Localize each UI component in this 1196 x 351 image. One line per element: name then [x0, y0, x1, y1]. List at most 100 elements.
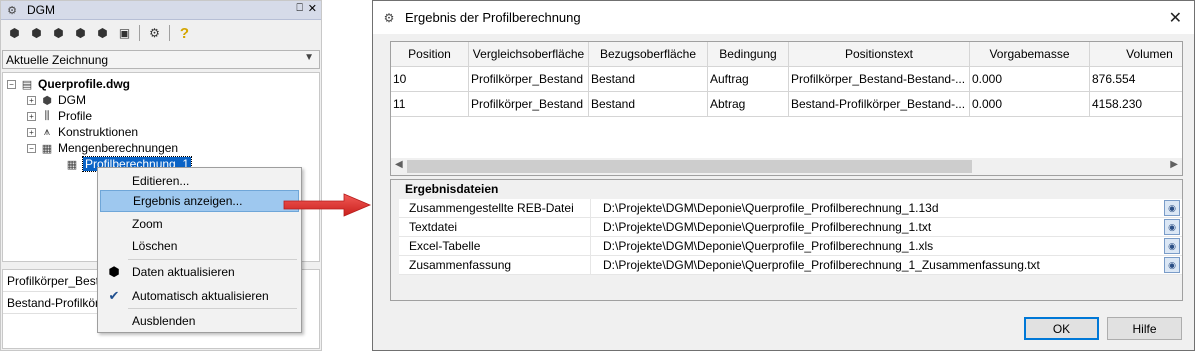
menu-item-label: Löschen: [132, 239, 178, 253]
dgm-app-icon: ⚙: [7, 4, 17, 17]
menu-item-label: Ergebnis anzeigen...: [133, 194, 243, 208]
menu-item-daten-aktualisieren[interactable]: ⬢ Daten aktualisieren: [100, 261, 299, 283]
z-surface-icon[interactable]: ⬢: [71, 24, 90, 43]
tree-item-profile[interactable]: + ⫼ Profile: [27, 108, 92, 124]
collapse-icon[interactable]: −: [7, 79, 16, 89]
scroll-left-icon[interactable]: ◀: [395, 159, 403, 170]
table-cell: Bestand-Profilkörper_Bestand-...: [789, 92, 970, 117]
column-header[interactable]: Vergleichsoberfläche: [469, 42, 589, 67]
scrollbar-thumb[interactable]: [407, 160, 972, 173]
column-header[interactable]: Bezugsoberfläche: [589, 42, 708, 67]
refresh-icon[interactable]: ⬢: [93, 24, 112, 43]
context-menu: Editieren... Ergebnis anzeigen... Zoom L…: [97, 167, 302, 333]
menu-item-label: Ausblenden: [132, 314, 196, 328]
add-profile-icon[interactable]: ⬢: [27, 24, 46, 43]
expand-icon[interactable]: +: [27, 111, 36, 121]
refresh-data-icon: ⬢: [108, 264, 120, 279]
expand-icon[interactable]: +: [27, 127, 36, 137]
checkmark-icon: ✔: [108, 288, 120, 303]
panel-title: DGM: [27, 3, 55, 17]
table-header: Position Vergleichsoberfläche Bezugsober…: [391, 42, 1182, 67]
table-cell: Auftrag: [708, 67, 789, 92]
list-item[interactable]: Bestand-Profilkörper: [3, 292, 103, 314]
menu-item-label: Zoom: [132, 217, 163, 231]
table-cell: Bestand: [589, 92, 708, 117]
column-header[interactable]: Positionstext: [789, 42, 970, 67]
view-file-icon[interactable]: ◉: [1164, 219, 1180, 235]
menu-item-editieren[interactable]: Editieren...: [100, 170, 299, 192]
pin-icon[interactable]: ⎕: [296, 2, 303, 15]
red-arrow-icon: [283, 193, 372, 217]
toolbar-separator: [169, 25, 170, 41]
column-header[interactable]: Bedingung: [708, 42, 789, 67]
file-label: Textdatei: [399, 217, 591, 237]
menu-item-loeschen[interactable]: Löschen: [100, 235, 299, 257]
tree-item-mengenberechnungen[interactable]: − ▦ Mengenberechnungen: [27, 140, 178, 156]
menu-item-zoom[interactable]: Zoom: [100, 213, 299, 235]
file-path: D:\Projekte\DGM\Deponie\Querprofile_Prof…: [603, 201, 939, 215]
tree-item-dgm[interactable]: + ⬢ DGM: [27, 92, 86, 108]
quantity-calc-icon: ▦: [41, 142, 53, 155]
file-row: Excel-Tabelle D:\Projekte\DGM\Deponie\Qu…: [399, 236, 1182, 256]
file-row: Textdatei D:\Projekte\DGM\Deponie\Querpr…: [399, 217, 1182, 237]
table-cell: Profilkörper_Bestand: [469, 67, 589, 92]
tree-item-label: Mengenberechnungen: [58, 141, 179, 155]
view-file-icon[interactable]: ◉: [1164, 200, 1180, 216]
menu-item-label: Automatisch aktualisieren: [132, 289, 269, 303]
dialog-title: Ergebnis der Profilberechnung: [405, 10, 581, 25]
profile-icon: ⫼: [44, 109, 50, 122]
scroll-right-icon[interactable]: ▶: [1170, 159, 1178, 170]
column-header[interactable]: Vorgabemasse: [970, 42, 1090, 67]
file-label: Zusammenfassung: [399, 255, 591, 275]
panel-title-bar: ⚙ DGM ⎕ ✕: [1, 1, 321, 20]
file-path: D:\Projekte\DGM\Deponie\Querprofile_Prof…: [603, 220, 932, 234]
display-icon[interactable]: ▣: [115, 24, 134, 43]
drawing-select[interactable]: Aktuelle Zeichnung ▼: [2, 50, 320, 69]
menu-item-ergebnis-anzeigen[interactable]: Ergebnis anzeigen...: [100, 190, 299, 212]
chevron-down-icon: ▼: [304, 52, 314, 63]
ok-button[interactable]: OK: [1024, 317, 1099, 340]
zoom-icon[interactable]: ⬢: [49, 24, 68, 43]
dialog-title-bar: ⚙ Ergebnis der Profilberechnung ✕: [373, 1, 1194, 34]
table-cell: 0.000: [970, 67, 1090, 92]
menu-item-label: Daten aktualisieren: [132, 265, 235, 279]
tree-item-konstruktionen[interactable]: + ⩚ Konstruktionen: [27, 124, 138, 140]
table-cell: Abtrag: [708, 92, 789, 117]
column-header[interactable]: Volumen: [1090, 42, 1182, 67]
expand-icon[interactable]: +: [27, 95, 36, 105]
list-item[interactable]: Profilkörper_Bestand: [3, 270, 103, 292]
result-table: Position Vergleichsoberfläche Bezugsober…: [390, 41, 1183, 176]
close-icon[interactable]: ✕: [1169, 8, 1182, 28]
table-row[interactable]: 10 Profilkörper_Bestand Bestand Auftrag …: [391, 67, 1182, 92]
collapse-icon[interactable]: −: [27, 143, 36, 153]
view-file-icon[interactable]: ◉: [1164, 238, 1180, 254]
tree-root[interactable]: − ▤ Querprofile.dwg: [7, 76, 130, 92]
table-row[interactable]: 11 Profilkörper_Bestand Bestand Abtrag B…: [391, 92, 1182, 117]
drawing-select-value: Aktuelle Zeichnung: [6, 52, 109, 67]
table-cell: 11: [391, 92, 469, 117]
file-row: Zusammenfassung D:\Projekte\DGM\Deponie\…: [399, 255, 1182, 275]
construction-icon: ⩚: [43, 125, 51, 138]
menu-item-automatisch-aktualisieren[interactable]: ✔ Automatisch aktualisieren: [100, 285, 299, 307]
tree-item-label: DGM: [58, 93, 86, 107]
result-files-panel: Ergebnisdateien Zusammengestellte REB-Da…: [390, 179, 1183, 301]
settings-icon[interactable]: ⚙: [145, 24, 164, 43]
column-header[interactable]: Position: [391, 42, 469, 67]
file-label: Excel-Tabelle: [399, 236, 591, 256]
table-cell: Profilkörper_Bestand-Bestand-...: [789, 67, 970, 92]
add-surface-icon[interactable]: ⬢: [5, 24, 24, 43]
help-button[interactable]: Hilfe: [1107, 317, 1182, 340]
help-icon[interactable]: ?: [175, 24, 194, 43]
tree-item-label: Profile: [58, 109, 93, 123]
menu-item-ausblenden[interactable]: Ausblenden: [100, 310, 299, 332]
tree-root-label: Querprofile.dwg: [38, 77, 131, 91]
close-icon[interactable]: ✕: [308, 2, 317, 15]
view-file-icon[interactable]: ◉: [1164, 257, 1180, 273]
menu-separator: [128, 308, 297, 309]
file-path: D:\Projekte\DGM\Deponie\Querprofile_Prof…: [603, 258, 1040, 272]
table-cell: 0.000: [970, 92, 1090, 117]
result-dialog: ⚙ Ergebnis der Profilberechnung ✕ Positi…: [372, 0, 1195, 351]
horizontal-scrollbar[interactable]: ◀ ▶: [391, 158, 1182, 175]
table-cell: 4158.230: [1090, 92, 1182, 117]
file-path: D:\Projekte\DGM\Deponie\Querprofile_Prof…: [603, 239, 934, 253]
